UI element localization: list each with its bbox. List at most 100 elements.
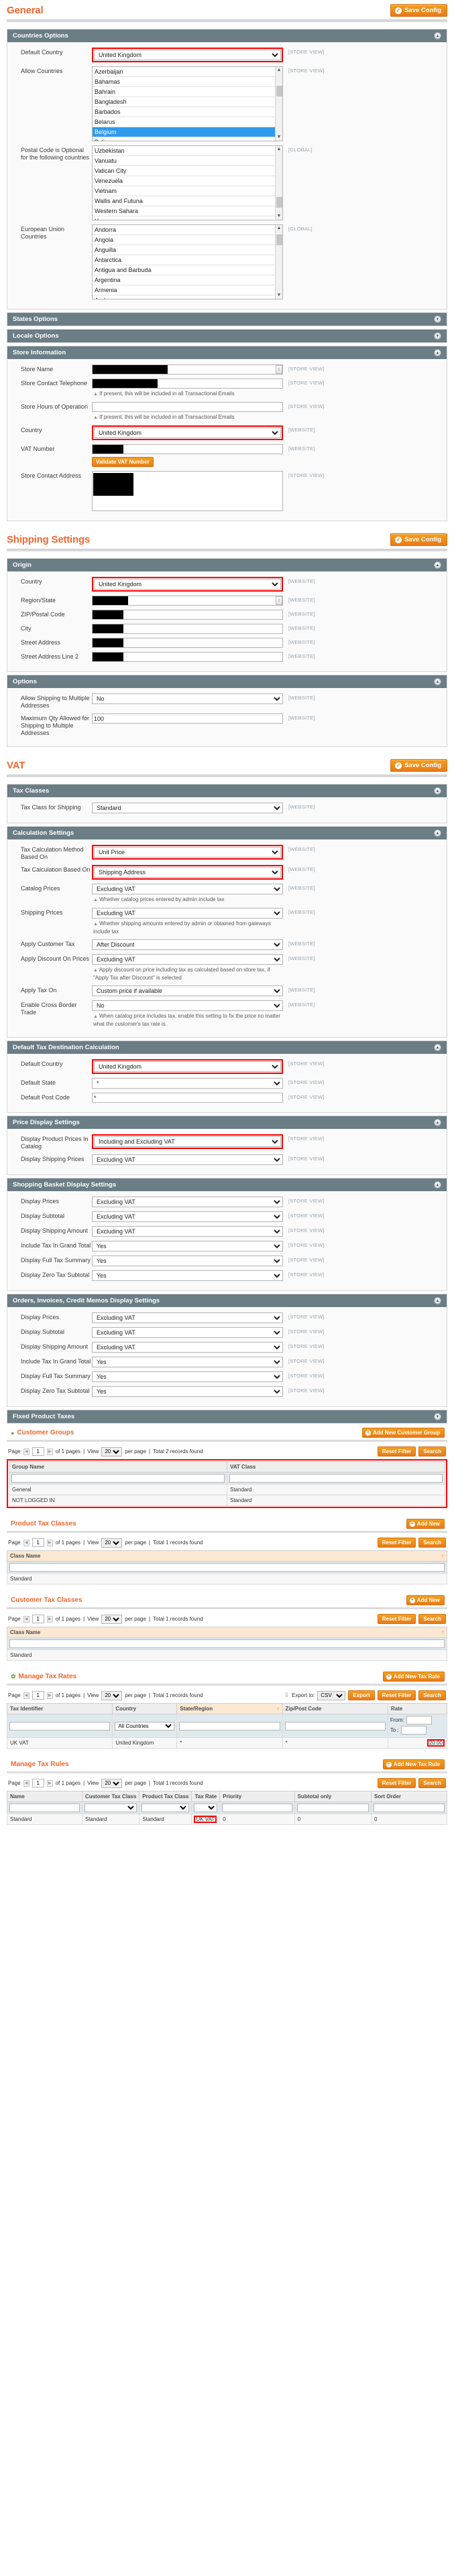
prev-page-button[interactable]: ◀ <box>23 1692 30 1699</box>
store-information-header[interactable]: Store Information ▲ <box>7 346 447 359</box>
price-display-header[interactable]: Price Display Settings ▲ <box>7 1116 447 1129</box>
multiselect-option[interactable]: Uzbekistan <box>93 146 282 156</box>
display-full-tax-summary-select[interactable]: Yes <box>92 1371 283 1382</box>
scroll-down-icon[interactable]: ▼ <box>277 292 282 299</box>
multiselect-option[interactable]: Bahamas <box>93 77 282 87</box>
collapse-up-icon[interactable]: ▲ <box>434 1119 441 1126</box>
export-format-select[interactable]: CSV <box>317 1690 346 1700</box>
per-page-select[interactable]: 20 <box>101 1690 123 1700</box>
page-input[interactable] <box>32 1538 44 1547</box>
scroll-up-icon[interactable]: ▲ <box>277 225 282 232</box>
allow-countries-multiselect[interactable]: Azerbaijan Bahamas Bahrain Bangladesh Barbad… <box>92 66 283 141</box>
class-name-filter-input[interactable] <box>9 1639 445 1648</box>
tax-rate-filter-select[interactable] <box>194 1804 218 1812</box>
store-hours-of-operation-input[interactable] <box>92 402 283 412</box>
store-contact-address-textarea[interactable] <box>92 471 283 511</box>
column-header-country[interactable]: Country <box>112 1703 178 1714</box>
page-input[interactable] <box>32 1447 44 1456</box>
page-input[interactable] <box>32 1691 44 1700</box>
column-header-zip-post-code[interactable]: Zip/Post Code <box>282 1703 388 1714</box>
tax-class-for-shipping-select[interactable]: Standard <box>92 803 283 813</box>
allow-countries-scrollbar[interactable]: ▲ ▼ <box>275 67 282 141</box>
store-country-select[interactable]: United Kingdom <box>94 427 281 438</box>
reset-filter-button[interactable]: Reset Filter <box>377 1446 416 1456</box>
search-button[interactable]: Search <box>418 1446 446 1456</box>
eu-countries-multiselect[interactable]: Andorra Angola Anguilla Antarctica Antigua a… <box>92 224 283 299</box>
collapse-up-icon[interactable]: ▲ <box>434 561 441 569</box>
add-new-tax-rate-button[interactable]: + Add New Tax Rate <box>382 1672 445 1682</box>
column-header-product-tax-class[interactable]: Product Tax Class <box>139 1791 192 1802</box>
vat-class-filter-input[interactable] <box>229 1474 443 1483</box>
next-page-button[interactable]: ▶ <box>46 1779 53 1787</box>
rate-to-input[interactable] <box>400 1726 427 1735</box>
per-page-select[interactable]: 20 <box>101 1778 123 1788</box>
fixed-product-taxes-header[interactable]: Fixed Product Taxes ▼ <box>7 1410 447 1423</box>
zip-filter-input[interactable] <box>284 1721 386 1731</box>
collapse-up-icon[interactable]: ▲ <box>434 787 441 795</box>
collapse-up-icon[interactable]: ▲ <box>434 678 441 685</box>
sort-order-filter-input[interactable] <box>374 1804 445 1812</box>
multiselect-option[interactable]: Azerbaijan <box>93 67 282 77</box>
multiselect-option[interactable]: Vietnam <box>93 186 282 196</box>
column-header-rate[interactable]: Rate <box>387 1703 448 1714</box>
multiselect-option[interactable]: Belarus <box>93 117 282 127</box>
display-zero-tax-subtotal-select[interactable]: Yes <box>92 1386 283 1397</box>
scrollbar-thumb[interactable] <box>276 197 282 208</box>
origin-header[interactable]: Origin ▲ <box>7 559 447 571</box>
add-new-customer-tax-class-button[interactable]: + Add New <box>406 1595 445 1605</box>
table-row[interactable]: Standard Standard Standard UK VAT 0 0 0 <box>7 1814 447 1825</box>
multiselect-option[interactable]: Vatican City <box>93 166 282 176</box>
collapse-up-icon[interactable]: ▲ <box>434 32 441 40</box>
tax-identifier-filter-input[interactable] <box>9 1721 111 1731</box>
expand-down-icon[interactable]: ▼ <box>434 332 441 340</box>
include-tax-in-grand-total-select[interactable]: Yes <box>92 1357 283 1367</box>
multiselect-option[interactable]: Antigua and Barbuda <box>93 265 282 275</box>
column-header-priority[interactable]: Priority <box>219 1791 295 1802</box>
display-prices-select[interactable]: Excluding VAT <box>92 1197 283 1207</box>
add-new-tax-rule-button[interactable]: + Add New Tax Rule <box>382 1759 445 1769</box>
reset-filter-button[interactable]: Reset Filter <box>377 1538 416 1548</box>
next-page-button[interactable]: ▶ <box>46 1539 53 1546</box>
expand-down-icon[interactable]: ▼ <box>434 1413 441 1420</box>
collapse-up-icon[interactable]: ▲ <box>434 829 441 837</box>
collapse-up-icon[interactable]: ▲ <box>434 1297 441 1304</box>
scroll-up-icon[interactable]: ▲ <box>277 146 282 153</box>
column-header-vat-class[interactable]: VAT Class <box>227 1461 445 1473</box>
save-config-button-vat[interactable]: ✓ Save Config <box>390 759 447 772</box>
orders-display-header[interactable]: Orders, Invoices, Credit Memos Display S… <box>7 1294 447 1307</box>
column-header-state-region[interactable]: State/Region ↑ <box>176 1703 283 1714</box>
per-page-select[interactable]: 20 <box>101 1614 123 1624</box>
tax-calculation-method-based-on-select[interactable]: Unit Price <box>94 847 281 858</box>
allow-shipping-to-multiple-addresses-select[interactable]: No <box>92 693 283 704</box>
scrollbar-thumb[interactable] <box>276 86 282 96</box>
page-input[interactable] <box>32 1779 44 1787</box>
multiselect-option[interactable]: Bahrain <box>93 87 282 97</box>
multiselect-option[interactable]: Belgium <box>93 127 282 137</box>
calculation-settings-header[interactable]: Calculation Settings ▲ <box>7 827 447 839</box>
next-page-button[interactable]: ▶ <box>46 1615 53 1623</box>
search-button[interactable]: Search <box>418 1538 446 1548</box>
multiselect-option[interactable]: Barbados <box>93 107 282 117</box>
display-full-tax-summary-select[interactable]: Yes <box>92 1256 283 1266</box>
postal-optional-multiselect[interactable]: Uzbekistan Vanuatu Vatican City Venezuela Vi… <box>92 145 283 220</box>
column-header-class-name[interactable]: Class Name ↑ <box>7 1550 447 1562</box>
display-subtotal-select[interactable]: Excluding VAT <box>92 1211 283 1222</box>
stepper-icon[interactable]: ↕ <box>276 596 282 605</box>
search-button[interactable]: Search <box>418 1778 446 1788</box>
prev-page-button[interactable]: ◀ <box>23 1615 30 1623</box>
multiselect-option[interactable]: Andorra <box>93 225 282 235</box>
save-config-button-general[interactable]: ✓ Save Config <box>390 4 447 17</box>
column-header-customer-tax-class[interactable]: Customer Tax Class <box>81 1791 140 1802</box>
shopping-cart-display-header[interactable]: Shopping Basket Display Settings ▲ <box>7 1178 447 1191</box>
country-filter-select[interactable]: All Countries <box>115 1721 175 1731</box>
multiselect-option[interactable]: Belize <box>93 137 282 141</box>
apply-tax-on-select[interactable]: Custom price if available <box>92 986 283 996</box>
multiselect-option[interactable]: Argentina <box>93 275 282 285</box>
scroll-down-icon[interactable]: ▼ <box>277 213 282 220</box>
shipping-options-header[interactable]: Options ▲ <box>7 675 447 688</box>
multiselect-option[interactable]: Venezuela <box>93 176 282 186</box>
column-header-name[interactable]: Name <box>7 1791 82 1802</box>
tax-classes-header[interactable]: Tax Classes ▲ <box>7 785 447 797</box>
eu-countries-scrollbar[interactable]: ▲ ▼ <box>275 225 282 299</box>
default-tax-destination-header[interactable]: Default Tax Destination Calculation ▲ <box>7 1041 447 1054</box>
